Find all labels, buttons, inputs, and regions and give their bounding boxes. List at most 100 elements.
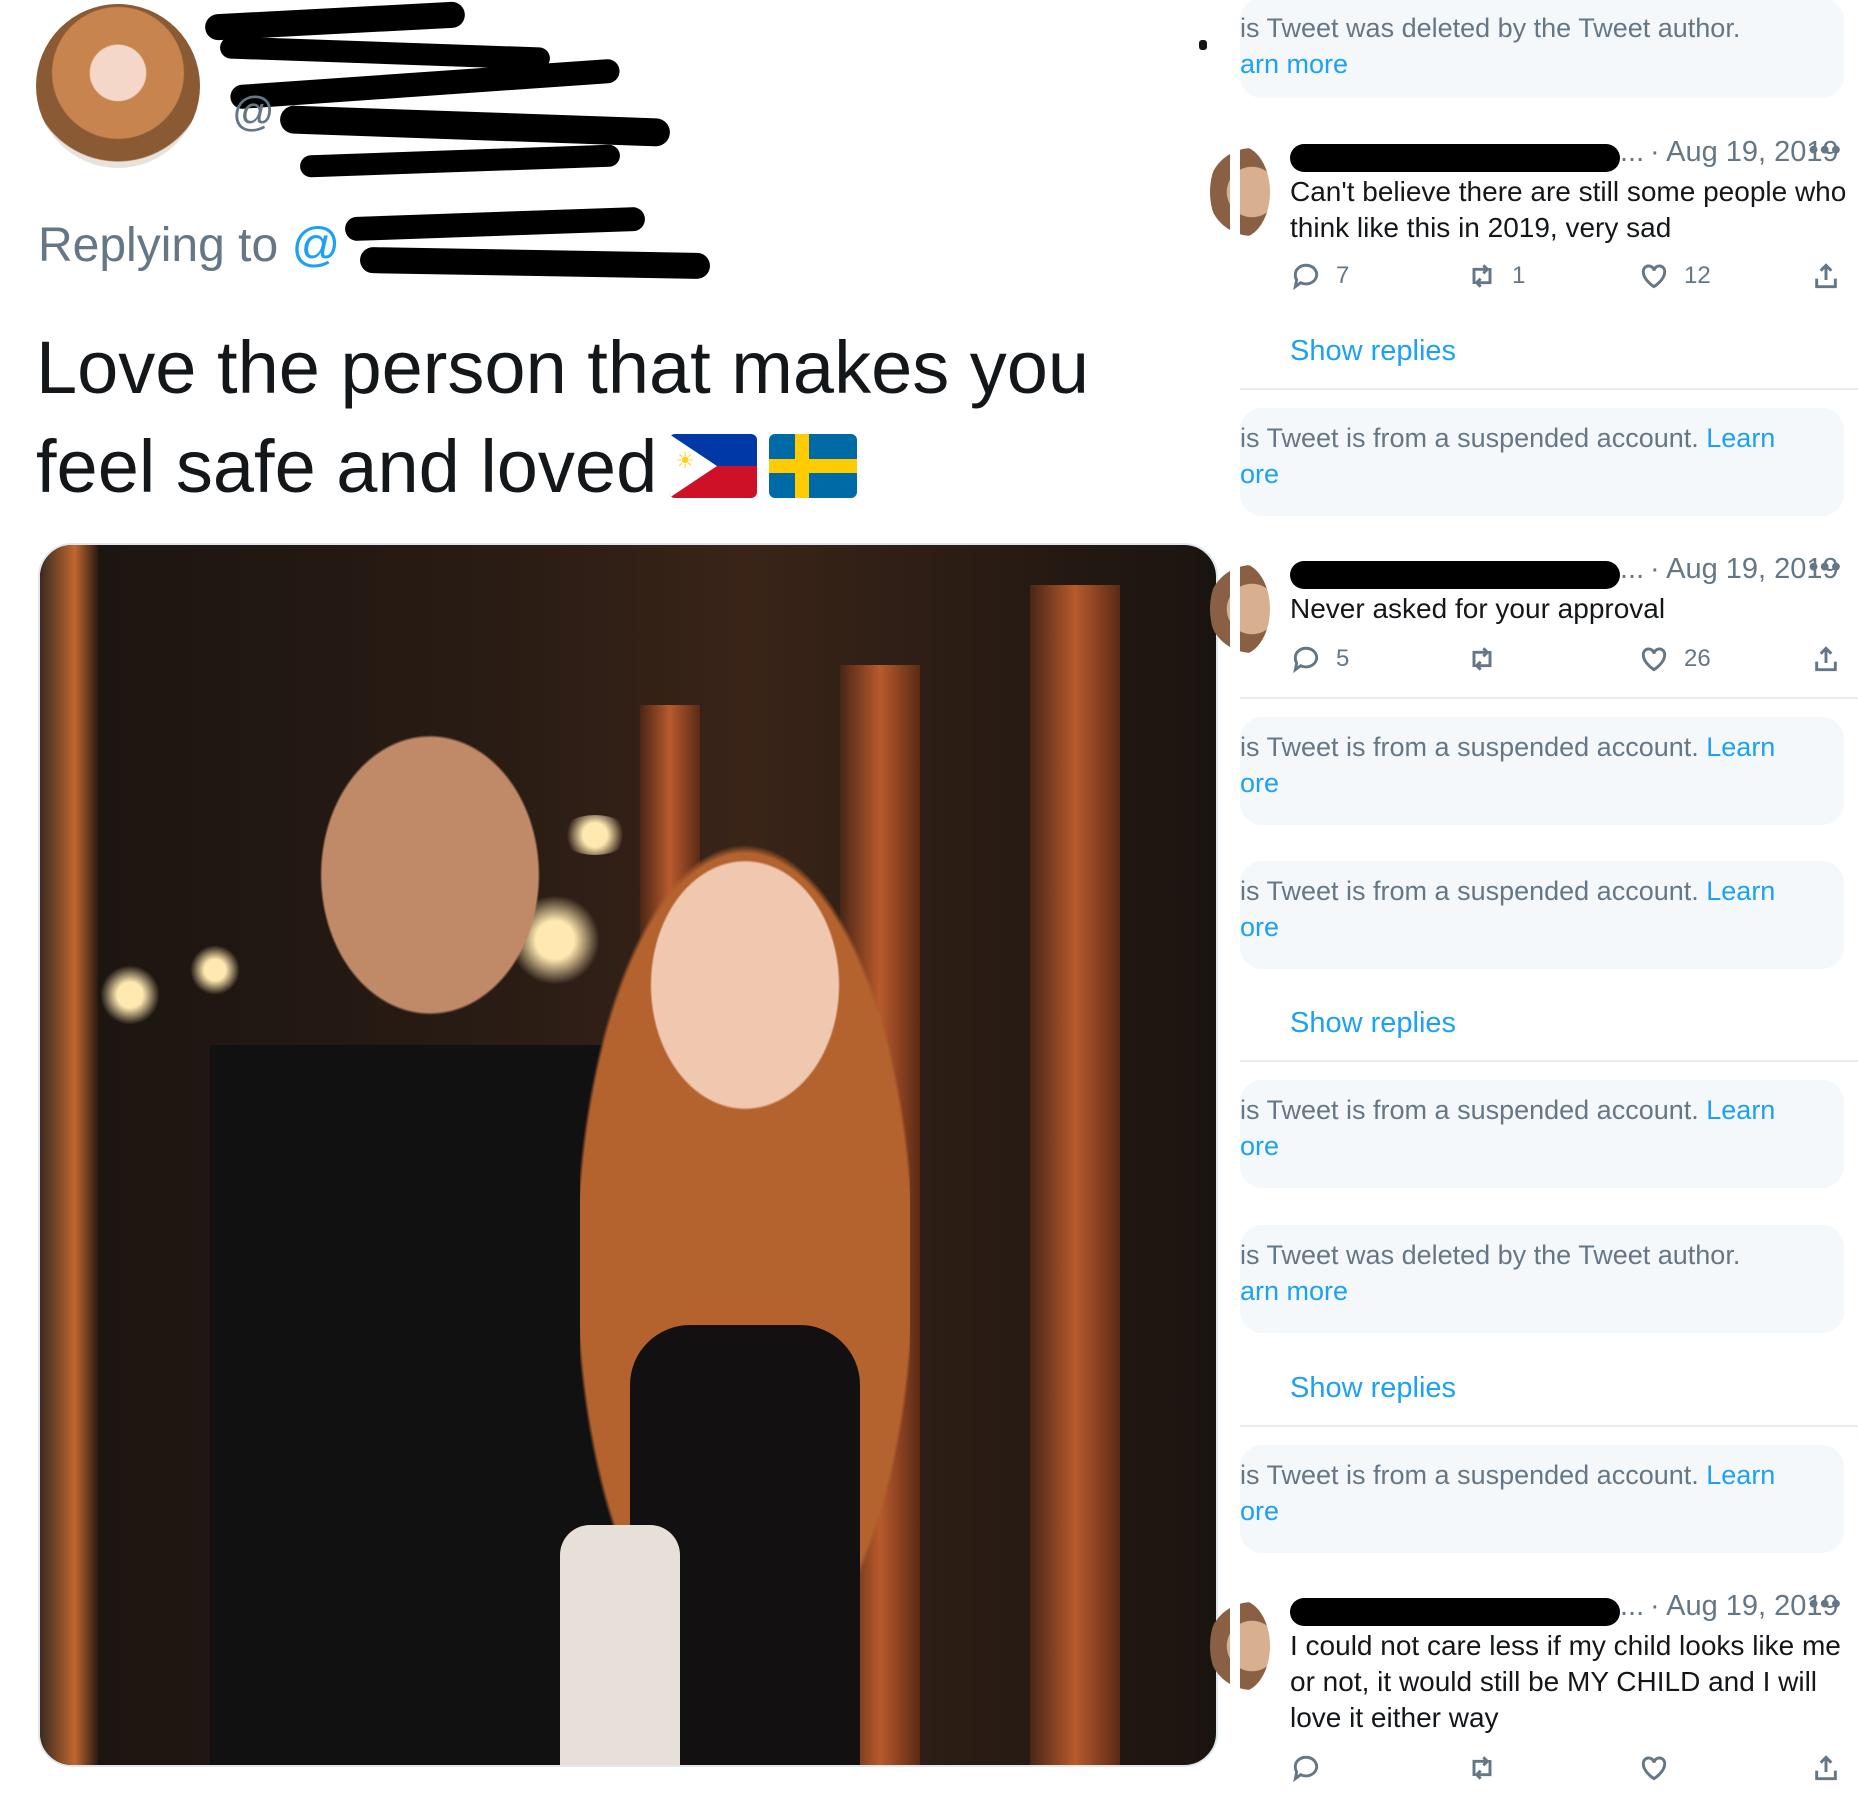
- notice-label: is Tweet is from a suspended account.: [1240, 1095, 1707, 1125]
- replying-to-label: Replying to: [38, 219, 292, 272]
- learn-more-link[interactable]: arn more: [1240, 46, 1820, 82]
- like-count: 26: [1684, 645, 1711, 672]
- like-button[interactable]: [1638, 1752, 1684, 1784]
- redaction-scribble: [359, 246, 711, 280]
- reply-actions: 7 1 12: [1290, 260, 1850, 300]
- like-button[interactable]: 12: [1638, 260, 1711, 292]
- divider: [1240, 697, 1858, 699]
- redacted-name: [1290, 1598, 1620, 1626]
- divider: [1240, 388, 1858, 390]
- show-replies-link[interactable]: Show replies: [1290, 335, 1456, 368]
- notice-label: is Tweet is from a suspended account.: [1240, 876, 1707, 906]
- divider: [1240, 1425, 1858, 1427]
- suspended-account-notice: is Tweet is from a suspended account. Le…: [1240, 1445, 1844, 1553]
- reply-count: 5: [1336, 645, 1350, 672]
- tweet-text-body: Love the person that makes you feel safe…: [36, 326, 1090, 508]
- photo-frame-edge: [40, 545, 98, 1765]
- reply-icon: [1293, 1755, 1319, 1783]
- learn-more-link[interactable]: Learn: [1706, 1460, 1775, 1490]
- share-icon: [1815, 646, 1837, 672]
- sweden-flag-icon: [769, 434, 858, 498]
- retweet-button[interactable]: [1466, 1752, 1512, 1784]
- tweet-photo[interactable]: [38, 543, 1218, 1767]
- learn-more-link[interactable]: Learn: [1706, 1095, 1775, 1125]
- tweet-text: Love the person that makes you feel safe…: [36, 318, 1216, 516]
- author-avatar[interactable]: [36, 4, 200, 168]
- redaction-scribble: [344, 206, 646, 242]
- more-options-icon[interactable]: •••: [1809, 134, 1842, 167]
- more-options-icon[interactable]: •••: [1809, 1588, 1842, 1621]
- reply-count: 7: [1336, 262, 1350, 289]
- divider: [1240, 1060, 1858, 1062]
- share-button[interactable]: [1810, 643, 1842, 675]
- reply-text: Can't believe there are still some peopl…: [1290, 176, 1847, 243]
- suspended-account-notice: is Tweet is from a suspended account. Le…: [1240, 717, 1844, 825]
- learn-more-link-continued[interactable]: ore: [1240, 909, 1820, 945]
- reply-tweet[interactable]: ... · Aug 19, 2019 ••• I could not care …: [1210, 1588, 1858, 1800]
- share-button[interactable]: [1810, 260, 1842, 292]
- learn-more-link[interactable]: Learn: [1706, 876, 1775, 906]
- learn-more-link[interactable]: Learn: [1706, 423, 1775, 453]
- reply-header: ... · Aug 19, 2019 •••: [1290, 551, 1850, 593]
- redaction-scribble: [279, 105, 671, 147]
- notice-text: is Tweet is from a suspended account. Le…: [1240, 1457, 1820, 1493]
- reply-actions: 5 26: [1290, 643, 1850, 683]
- like-button[interactable]: 26: [1638, 643, 1711, 675]
- reply-tweet[interactable]: ... · Aug 19, 2019 ••• Never asked for y…: [1210, 551, 1858, 693]
- photo-apron: [560, 1525, 680, 1765]
- replying-to: Replying to @: [38, 218, 340, 273]
- retweet-button[interactable]: 1: [1466, 260, 1525, 292]
- deleted-tweet-notice: is Tweet was deleted by the Tweet author…: [1240, 1225, 1844, 1333]
- redacted-name: [1290, 144, 1620, 172]
- redaction-scribble: [229, 58, 621, 110]
- learn-more-link[interactable]: Learn: [1706, 732, 1775, 762]
- name-ellipsis: ...: [1620, 553, 1645, 585]
- reply-text: Never asked for your approval: [1290, 593, 1666, 624]
- replying-to-handle[interactable]: @: [291, 219, 340, 272]
- redaction-scribble: [204, 1, 466, 41]
- heart-icon: [1641, 647, 1667, 672]
- retweet-icon: [1472, 1756, 1492, 1780]
- reply-avatar[interactable]: [1210, 146, 1270, 238]
- notice-text: is Tweet was deleted by the Tweet author…: [1240, 13, 1741, 43]
- learn-more-link[interactable]: arn more: [1240, 1273, 1820, 1309]
- learn-more-link-continued[interactable]: ore: [1240, 1128, 1820, 1164]
- redaction-scribble: [299, 144, 621, 178]
- main-tweet: @ Replying to @ Love the person that mak…: [0, 0, 1230, 1810]
- thread-clip-edge: [1230, 0, 1240, 1810]
- show-replies-link[interactable]: Show replies: [1290, 1372, 1456, 1405]
- share-icon: [1815, 1755, 1837, 1781]
- notice-text: is Tweet was deleted by the Tweet author…: [1240, 1240, 1741, 1270]
- notice-text: is Tweet is from a suspended account. Le…: [1240, 729, 1820, 765]
- suspended-account-notice: is Tweet is from a suspended account. Le…: [1240, 861, 1844, 969]
- notice-label: is Tweet is from a suspended account.: [1240, 423, 1707, 453]
- learn-more-link-continued[interactable]: ore: [1240, 456, 1820, 492]
- more-options-icon[interactable]: •••: [1809, 551, 1842, 584]
- suspended-account-notice: is Tweet is from a suspended account. Le…: [1240, 1080, 1844, 1188]
- reply-icon: [1293, 263, 1319, 291]
- reply-button[interactable]: 7: [1290, 260, 1349, 292]
- show-replies-link[interactable]: Show replies: [1290, 1007, 1456, 1040]
- retweet-button[interactable]: [1466, 643, 1512, 675]
- reply-button[interactable]: 5: [1290, 643, 1349, 675]
- name-ellipsis: ...: [1620, 136, 1645, 168]
- share-button[interactable]: [1810, 1752, 1842, 1784]
- learn-more-link-continued[interactable]: ore: [1240, 765, 1820, 801]
- suspended-account-notice: is Tweet is from a suspended account. Le…: [1240, 408, 1844, 516]
- heart-icon: [1641, 1756, 1667, 1781]
- photo-light: [100, 965, 160, 1025]
- reply-avatar[interactable]: [1210, 563, 1270, 655]
- reply-actions: [1290, 1752, 1850, 1792]
- notice-label: is Tweet is from a suspended account.: [1240, 732, 1707, 762]
- redacted-name: [1290, 561, 1620, 589]
- learn-more-link-continued[interactable]: ore: [1240, 1493, 1820, 1529]
- like-count: 12: [1684, 262, 1711, 289]
- notice-text: is Tweet is from a suspended account. Le…: [1240, 420, 1820, 456]
- reply-avatar[interactable]: [1210, 1600, 1270, 1692]
- retweet-count: 1: [1512, 262, 1526, 289]
- notice-text: is Tweet is from a suspended account. Le…: [1240, 873, 1820, 909]
- author-handle[interactable]: @: [232, 88, 275, 136]
- redaction-scribble: [219, 36, 551, 70]
- reply-button[interactable]: [1290, 1752, 1336, 1784]
- scroll-dot: [1199, 40, 1207, 50]
